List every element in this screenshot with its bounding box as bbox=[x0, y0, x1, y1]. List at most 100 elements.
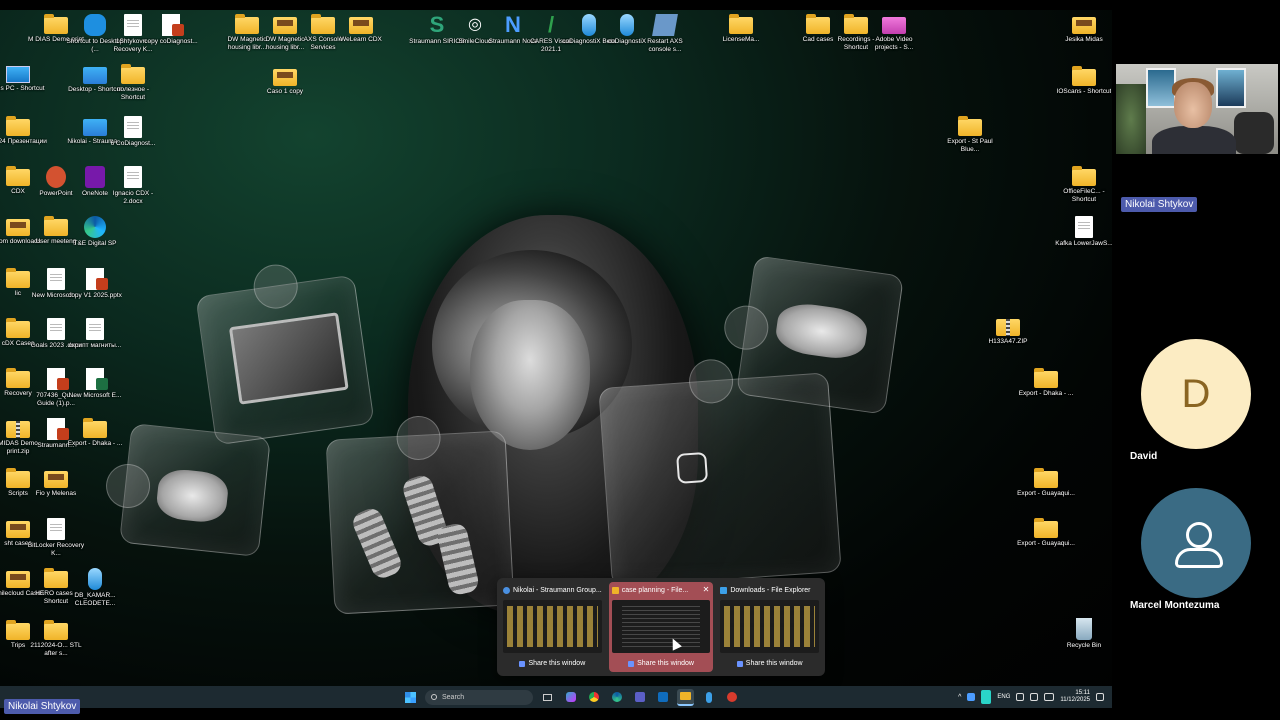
desktop-icon[interactable]: Jesika Midas bbox=[1055, 14, 1112, 44]
copilot-icon bbox=[565, 692, 576, 702]
window-preview-image bbox=[720, 600, 820, 653]
window-preview[interactable]: case planning - File... ✕ Share this win… bbox=[608, 582, 714, 672]
microphone-icon[interactable] bbox=[981, 690, 992, 704]
meeting-stage: M DIAS Demo print Shortcut to Desktop (.… bbox=[0, 0, 1280, 720]
desktop-icon[interactable]: DB_KAMAR... CLEODETE... bbox=[66, 568, 124, 608]
taskbar-apps: Search bbox=[402, 686, 740, 708]
desktop-icon[interactable]: LicenseMa... bbox=[712, 14, 770, 44]
share-window-button[interactable]: Share this window bbox=[612, 658, 711, 670]
presenter-name-tag: Nikolai Shtykov bbox=[1121, 197, 1198, 212]
desktop-icon[interactable]: New Microsoft E... bbox=[66, 368, 124, 400]
desktop-icon[interactable]: OfficeFileC... - Shortcut bbox=[1055, 166, 1112, 204]
desktop-icon[interactable]: This PC - Shortcut bbox=[0, 64, 47, 93]
desktop-icon[interactable]: copy V1 2025.pptx bbox=[66, 268, 124, 300]
smilecloud-icon: ◎ bbox=[468, 16, 482, 33]
task-view-button[interactable] bbox=[539, 689, 556, 706]
folder-icon bbox=[83, 418, 107, 438]
taskbar: Search ^ ENG 15:11 11/12/2025 bbox=[0, 686, 1112, 708]
wallpaper-puzzle-piece-scan bbox=[598, 357, 842, 588]
wallpaper-puzzle-piece-scanner bbox=[103, 423, 271, 557]
codiagnostix-icon bbox=[705, 691, 712, 703]
desktop-icon[interactable]: Ignacio CDX - 2.docx bbox=[104, 166, 162, 206]
clock[interactable]: 15:11 11/12/2025 bbox=[1060, 690, 1090, 704]
taskbar-copilot[interactable] bbox=[562, 689, 579, 706]
window-preview[interactable]: Nikolai - Straumann Group... Share this … bbox=[500, 582, 605, 672]
folder-icon bbox=[1072, 66, 1096, 86]
share-window-button[interactable]: Share this window bbox=[720, 658, 819, 670]
desktop-icon[interactable]: Export - St Paul Blue... bbox=[941, 116, 999, 154]
taskbar-acrobat[interactable] bbox=[723, 689, 740, 706]
taskbar-chrome[interactable] bbox=[585, 689, 602, 706]
presenter-video bbox=[1116, 64, 1278, 154]
desktop-icon[interactable]: Recycle Bin bbox=[1055, 618, 1112, 650]
desktop-icon[interactable]: Caso 1 copy bbox=[256, 66, 314, 96]
desktop-icon[interactable]: IOScans - Shortcut bbox=[1055, 66, 1112, 96]
share-window-button[interactable]: Share this window bbox=[503, 658, 602, 670]
restart-console-icon bbox=[652, 14, 678, 36]
shared-screen-name-tag: Nikolai Shtykov bbox=[4, 699, 81, 714]
desktop-icon[interactable]: Export - Guayaqui... bbox=[1017, 518, 1075, 548]
onenote-icon bbox=[85, 166, 105, 188]
onedrive-icon[interactable] bbox=[967, 693, 976, 701]
participant-avatar[interactable]: D bbox=[1141, 339, 1251, 449]
folder-icon bbox=[349, 17, 373, 34]
desktop-icon[interactable]: Adobe Video projects - S... bbox=[865, 14, 923, 52]
task-view-icon bbox=[543, 693, 552, 701]
search-input[interactable]: Search bbox=[425, 689, 533, 705]
edge-icon bbox=[611, 692, 622, 702]
wallpaper-astronaut-face bbox=[470, 300, 590, 450]
taskbar-outlook[interactable] bbox=[654, 689, 671, 706]
window-preview-image bbox=[503, 600, 602, 653]
desktop-icon[interactable]: 2112024-O... STL after s... bbox=[27, 620, 85, 658]
desktop-icon[interactable]: скрипт магниты... bbox=[66, 318, 124, 350]
start-button[interactable] bbox=[402, 689, 419, 706]
battery-icon[interactable] bbox=[1044, 693, 1055, 701]
language-indicator[interactable]: ENG bbox=[997, 694, 1010, 700]
taskbar-codiagnostix[interactable] bbox=[700, 689, 717, 706]
desktop-icon[interactable]: 23-24 Презентации bbox=[0, 116, 47, 146]
desktop-icon[interactable]: BitLocker Recovery K... bbox=[27, 518, 85, 558]
chrome-icon bbox=[588, 692, 599, 702]
document-icon bbox=[47, 318, 65, 340]
desktop-icon[interactable]: Kafka LowerJawS... bbox=[1055, 216, 1112, 248]
desktop-icon[interactable]: T&E Digital SP bbox=[66, 216, 124, 248]
desktop-icon[interactable]: WeLearn CDX bbox=[332, 14, 390, 44]
cares-visual-icon: / bbox=[547, 12, 555, 37]
desktop-icon[interactable]: Export - Dhaka - ... bbox=[66, 418, 124, 448]
edge-icon bbox=[84, 216, 106, 238]
teams-icon bbox=[634, 692, 645, 702]
desktop-icon[interactable]: Export - Dhaka - ... bbox=[1017, 368, 1075, 398]
desktop-icon[interactable]: Export - Guayaqui... bbox=[1017, 468, 1075, 498]
shared-desktop: M DIAS Demo print Shortcut to Desktop (.… bbox=[0, 10, 1112, 708]
desktop-icon[interactable]: copy coDiagnost... bbox=[142, 14, 200, 46]
desktop-icon[interactable]: Restart AXS console s... bbox=[636, 14, 694, 54]
folder-icon bbox=[729, 14, 753, 34]
zip-folder-icon bbox=[996, 319, 1020, 336]
taskbar-teams[interactable] bbox=[631, 689, 648, 706]
wifi-icon[interactable] bbox=[1016, 693, 1025, 701]
folder-icon bbox=[6, 116, 30, 136]
participant-avatar[interactable] bbox=[1141, 488, 1251, 598]
desktop-icon[interactable]: H133A47.ZIP bbox=[979, 316, 1037, 346]
chevron-up-icon[interactable]: ^ bbox=[958, 694, 961, 701]
person-icon bbox=[1171, 518, 1223, 568]
file-icon bbox=[47, 418, 69, 440]
folder-icon bbox=[1034, 518, 1058, 538]
taskbar-edge[interactable] bbox=[608, 689, 625, 706]
pdf-file-icon bbox=[47, 368, 69, 390]
window-preview[interactable]: Downloads - File Explorer Share this win… bbox=[717, 582, 822, 672]
desktop-icon[interactable]: Fio y Melenas bbox=[27, 468, 85, 498]
taskbar-file-explorer[interactable] bbox=[677, 688, 694, 706]
folder-icon bbox=[44, 14, 68, 34]
speaker-icon[interactable] bbox=[1030, 693, 1039, 701]
recycle-bin-icon bbox=[1076, 618, 1092, 640]
notification-icon[interactable] bbox=[1096, 693, 1104, 701]
folder-icon bbox=[1034, 468, 1058, 488]
folder-icon bbox=[1034, 368, 1058, 388]
desktop-icon[interactable]: полезное - Shortcut bbox=[104, 64, 162, 102]
powerpoint-icon bbox=[46, 166, 66, 188]
share-icon bbox=[628, 661, 635, 667]
close-icon[interactable]: ✕ bbox=[703, 585, 710, 594]
desktop-icon[interactable]: 6 CoDiagnost... bbox=[104, 116, 162, 148]
acrobat-icon bbox=[726, 692, 737, 702]
